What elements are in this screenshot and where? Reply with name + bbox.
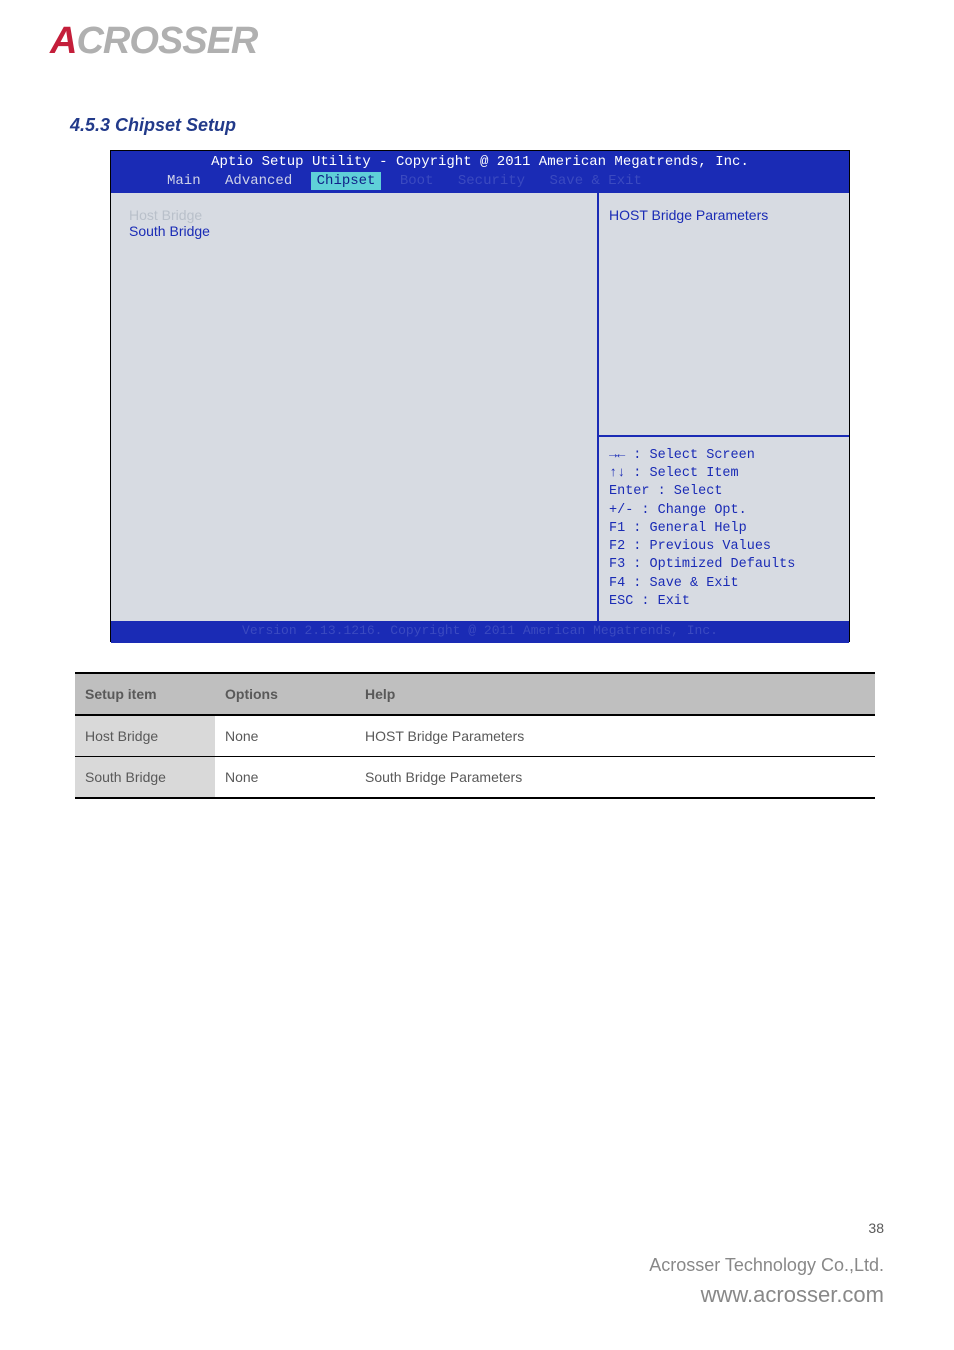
bios-right-pane: HOST Bridge Parameters →← : Select Scree… [599,193,849,621]
cell-item: Host Bridge [75,715,215,757]
bios-key-help: →← : Select Screen ↑↓ : Select Item Ente… [599,435,849,621]
chipset-table: Setup item Options Help Host Bridge None… [75,672,875,799]
logo-first-letter: A [50,20,76,63]
cell-help: South Bridge Parameters [355,757,875,799]
bios-item-south-bridge[interactable]: South Bridge [129,223,579,239]
bios-tab-advanced[interactable]: Advanced [219,172,298,190]
logo-rest: CROSSER [76,20,257,62]
brand-logo: ACROSSER [50,20,315,70]
bios-header: Aptio Setup Utility - Copyright @ 2011 A… [111,151,849,193]
bios-tab-boot[interactable]: Boot [394,172,440,190]
table-header-options: Options [215,673,355,715]
table-row: Host Bridge None HOST Bridge Parameters [75,715,875,757]
table-header-help: Help [355,673,875,715]
cell-help: HOST Bridge Parameters [355,715,875,757]
bios-help-line: ESC : Exit [609,593,839,611]
table-header-setup-item: Setup item [75,673,215,715]
bios-title: Aptio Setup Utility - Copyright @ 2011 A… [111,151,849,170]
bios-item-host-bridge[interactable]: Host Bridge [129,207,579,223]
bios-help-line: F2 : Previous Values [609,538,839,556]
page-number: 38 [868,1220,884,1236]
cell-options: None [215,757,355,799]
bios-left-pane: Host Bridge South Bridge [111,193,599,621]
bios-help-line: Enter : Select [609,483,839,501]
bios-tab-bar: Main Advanced Chipset Boot Security Save… [111,170,849,190]
cell-options: None [215,715,355,757]
bios-help-line: +/- : Change Opt. [609,502,839,520]
bios-help-summary: HOST Bridge Parameters [599,193,849,435]
bios-body: Host Bridge South Bridge HOST Bridge Par… [111,193,849,621]
section-heading: 4.5.3 Chipset Setup [70,115,236,136]
bios-tab-save-exit[interactable]: Save & Exit [544,172,648,190]
cell-item: South Bridge [75,757,215,799]
bios-help-line: ↑↓ : Select Item [609,465,839,483]
bios-footer: Version 2.13.1216. Copyright @ 2011 Amer… [111,621,849,643]
bios-help-line: F4 : Save & Exit [609,575,839,593]
bios-tab-main[interactable]: Main [161,172,207,190]
bios-help-line: F1 : General Help [609,520,839,538]
bios-tab-security[interactable]: Security [452,172,531,190]
bios-help-line: →← : Select Screen [609,447,839,465]
table-row: South Bridge None South Bridge Parameter… [75,757,875,799]
bios-help-line: F3 : Optimized Defaults [609,556,839,574]
footer-block: Acrosser Technology Co.,Ltd. www.acrosse… [649,1255,884,1308]
bios-screenshot: Aptio Setup Utility - Copyright @ 2011 A… [110,150,850,642]
footer-url: www.acrosser.com [649,1282,884,1308]
bios-tab-chipset[interactable]: Chipset [311,172,382,190]
table-header-row: Setup item Options Help [75,673,875,715]
footer-company: Acrosser Technology Co.,Ltd. [649,1255,884,1276]
